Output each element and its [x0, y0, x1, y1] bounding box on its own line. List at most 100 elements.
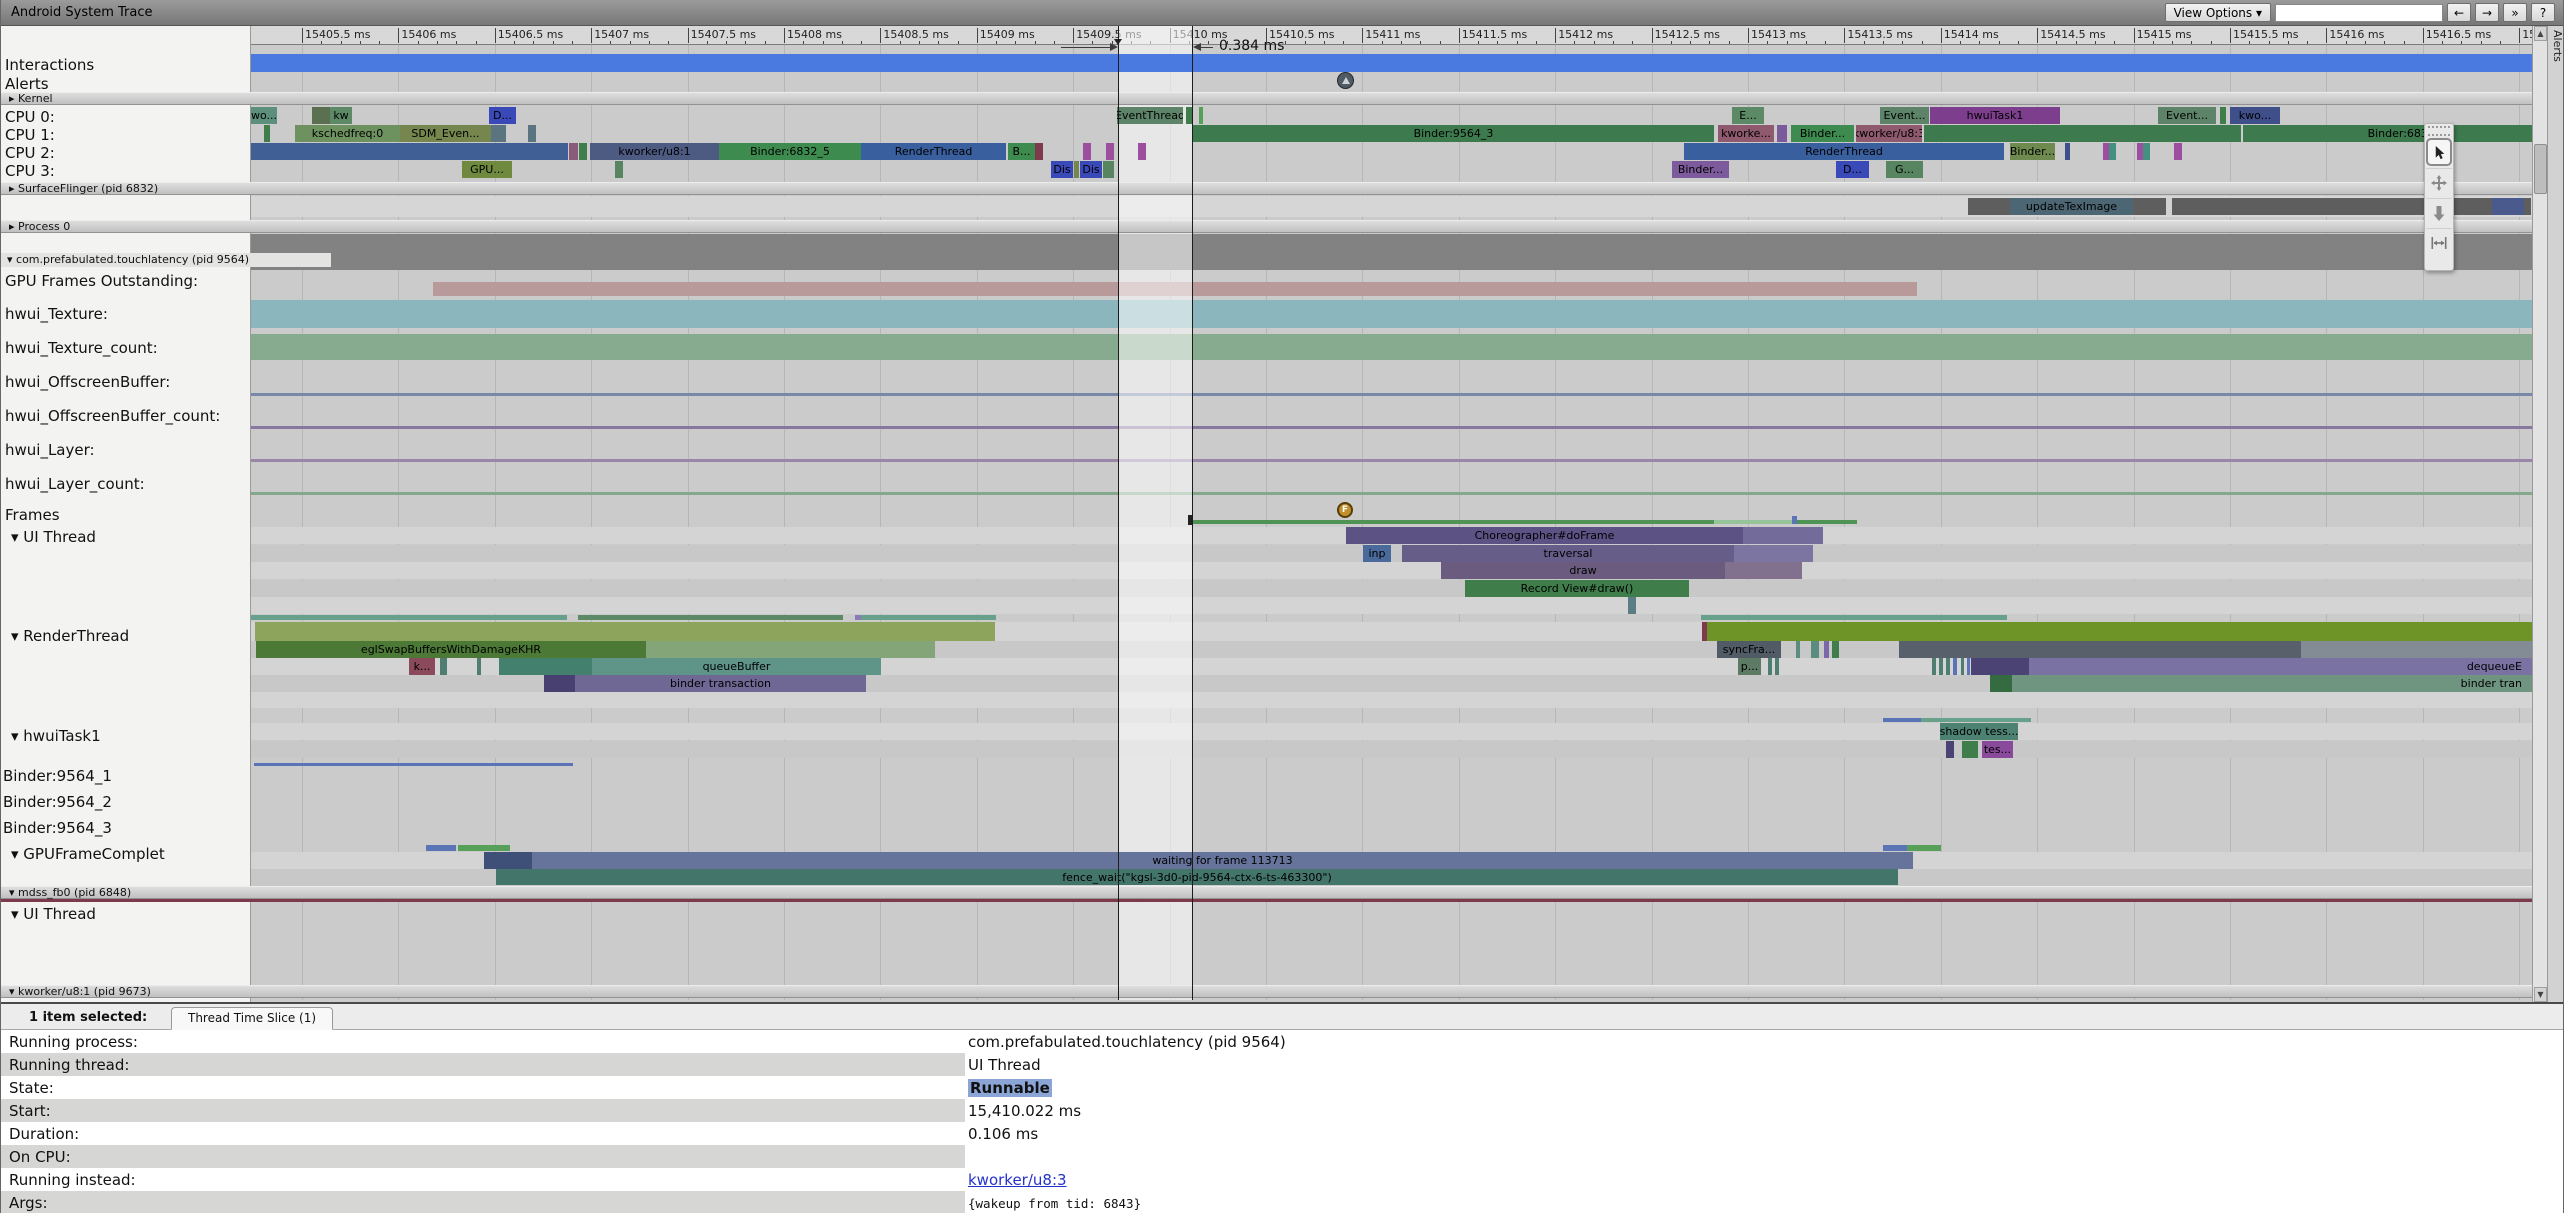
trace-slice[interactable]: [1883, 718, 1921, 722]
trace-slice[interactable]: [579, 143, 587, 160]
trace-slice[interactable]: [615, 161, 623, 178]
trace-slice[interactable]: eglSwapBuffersWithDamageKHR: [256, 641, 646, 658]
running-instead-link[interactable]: kworker/u8:3: [968, 1171, 1067, 1189]
scroll-up-button[interactable]: ▲: [2534, 26, 2547, 41]
trace-slice[interactable]: SDM_Even...: [400, 125, 491, 142]
trace-slice[interactable]: [1824, 641, 1829, 658]
trace-slice[interactable]: [1907, 845, 1941, 851]
selection-line-left[interactable]: [1118, 26, 1119, 1000]
trace-slice[interactable]: [1074, 161, 1079, 178]
trace-slice[interactable]: shadow tess...: [1940, 723, 2018, 740]
trace-slice[interactable]: inp: [1363, 545, 1391, 562]
section-header--kernel[interactable]: ▸ Kernel: [1, 92, 2532, 105]
trace-slice[interactable]: [1832, 641, 1839, 658]
trace-slice[interactable]: RenderThread: [861, 143, 1006, 160]
sidebar-item-binder-9564-1[interactable]: Binder:9564_1: [3, 767, 112, 785]
trace-slice[interactable]: Binder:6832_: [2243, 125, 2532, 142]
trace-slice[interactable]: [2143, 143, 2150, 160]
trace-slice[interactable]: updateTexImage: [2010, 198, 2133, 215]
section-header--process-0[interactable]: ▸ Process 0: [1, 220, 2532, 233]
trace-slice[interactable]: [255, 622, 995, 641]
trace-slice[interactable]: [2301, 641, 2532, 658]
section-header--com-prefabulated-touchlatency-pid-9564-[interactable]: ▾ com.prefabulated.touchlatency (pid 956…: [1, 253, 331, 267]
trace-slice[interactable]: [1883, 845, 1907, 851]
trace-slice[interactable]: [1953, 658, 1957, 675]
trace-slice[interactable]: [578, 615, 843, 620]
sidebar-item--hwuitask1[interactable]: ▾ hwuiTask1: [11, 727, 101, 745]
trace-slice[interactable]: [1701, 615, 2007, 620]
trace-slice[interactable]: [2174, 143, 2182, 160]
trace-slice[interactable]: [1946, 741, 1954, 758]
timing-tool-button[interactable]: [2426, 228, 2452, 256]
trace-slice[interactable]: Binder:6832_5: [719, 143, 861, 160]
trace-slice[interactable]: [544, 675, 575, 692]
trace-slice[interactable]: Event...: [2158, 107, 2216, 124]
trace-slice[interactable]: [2492, 198, 2524, 215]
trace-slice[interactable]: E...: [1732, 107, 1764, 124]
trace-slice[interactable]: [1946, 658, 1950, 675]
trace-slice[interactable]: [2166, 198, 2172, 215]
trace-slice[interactable]: [1792, 516, 1797, 524]
trace-slice[interactable]: [1967, 658, 1970, 675]
trace-slice[interactable]: Binder...: [2010, 143, 2055, 160]
trace-slice[interactable]: [484, 852, 532, 869]
trace-slice[interactable]: Binder...: [1672, 161, 1729, 178]
trace-slice[interactable]: dequeueE: [2029, 658, 2532, 675]
trace-slice[interactable]: [1743, 527, 1823, 544]
trace-slice[interactable]: [1777, 125, 1787, 142]
trace-slice[interactable]: [1924, 125, 2241, 142]
view-options-button[interactable]: View Options ▾: [2165, 3, 2271, 22]
trace-slice[interactable]: RenderThread: [1684, 143, 2004, 160]
alert-icon[interactable]: [1337, 72, 1354, 89]
trace-slice[interactable]: [1899, 641, 2301, 658]
trace-slice[interactable]: [2065, 143, 2070, 160]
trace-slice[interactable]: [1811, 641, 1819, 658]
trace-slice[interactable]: kschedfreq:0: [295, 125, 400, 142]
trace-slice[interactable]: [569, 143, 578, 160]
trace-slice[interactable]: [1961, 658, 1964, 675]
trace-slice[interactable]: [1714, 520, 1796, 524]
zoom-tool-button[interactable]: [2426, 198, 2452, 226]
sidebar-item--ui-thread[interactable]: ▾ UI Thread: [11, 905, 96, 923]
trace-slice[interactable]: G...: [1886, 161, 1923, 178]
trace-slice[interactable]: [1106, 143, 1114, 160]
sidebar-item--renderthread[interactable]: ▾ RenderThread: [11, 627, 129, 645]
trace-slice[interactable]: Dis: [1080, 161, 1102, 178]
trace-slice[interactable]: binder tran: [2012, 675, 2532, 692]
trace-slice[interactable]: [251, 615, 567, 620]
trace-slice[interactable]: GPU...: [462, 161, 512, 178]
trace-slice[interactable]: [1035, 143, 1043, 160]
trace-slice[interactable]: Binder:9564_3: [1193, 125, 1714, 142]
trace-slice[interactable]: [254, 763, 573, 766]
nav-back-button[interactable]: ←: [2447, 3, 2471, 22]
palette-grip-icon[interactable]: [2428, 126, 2450, 136]
section-header--surfaceflinger-pid-6832-[interactable]: ▸ SurfaceFlinger (pid 6832): [1, 182, 2532, 195]
nav-forward-button[interactable]: →: [2475, 3, 2499, 22]
pan-tool-button[interactable]: [2426, 168, 2452, 196]
trace-slice[interactable]: p...: [1738, 658, 1761, 675]
trace-slice[interactable]: [1921, 718, 2031, 722]
trace-slice[interactable]: [1768, 658, 1772, 675]
trace-slice[interactable]: [1199, 107, 1203, 124]
sidebar-item-cpu-2-[interactable]: CPU 2:: [5, 144, 55, 162]
sidebar-item--ui-thread[interactable]: ▾ UI Thread: [11, 528, 96, 546]
sidebar-item-cpu-1-[interactable]: CPU 1:: [5, 126, 55, 144]
trace-slice[interactable]: kworker/u8:1: [590, 143, 719, 160]
trace-slice[interactable]: [264, 125, 270, 142]
sidebar-item-binder-9564-2[interactable]: Binder:9564_2: [3, 793, 112, 811]
trace-slice[interactable]: [477, 658, 481, 675]
trace-slice[interactable]: [646, 641, 935, 658]
trace-slice[interactable]: Record View#draw(): [1465, 580, 1689, 597]
trace-slice[interactable]: [491, 125, 506, 142]
scroll-down-button[interactable]: ▼: [2534, 987, 2547, 1002]
trace-slice[interactable]: kworke...: [1718, 125, 1774, 142]
trace-slice[interactable]: wo...: [251, 107, 277, 124]
scrollbar-thumb[interactable]: [2534, 144, 2547, 194]
trace-slice[interactable]: [528, 125, 536, 142]
trace-slice[interactable]: Event...: [1880, 107, 1929, 124]
trace-slice[interactable]: kworker/u8:3: [1856, 125, 1922, 142]
trace-slice[interactable]: [1990, 675, 2012, 692]
trace-slice[interactable]: [1796, 641, 1800, 658]
trace-slice[interactable]: [1138, 143, 1146, 160]
trace-slice[interactable]: D...: [1836, 161, 1869, 178]
